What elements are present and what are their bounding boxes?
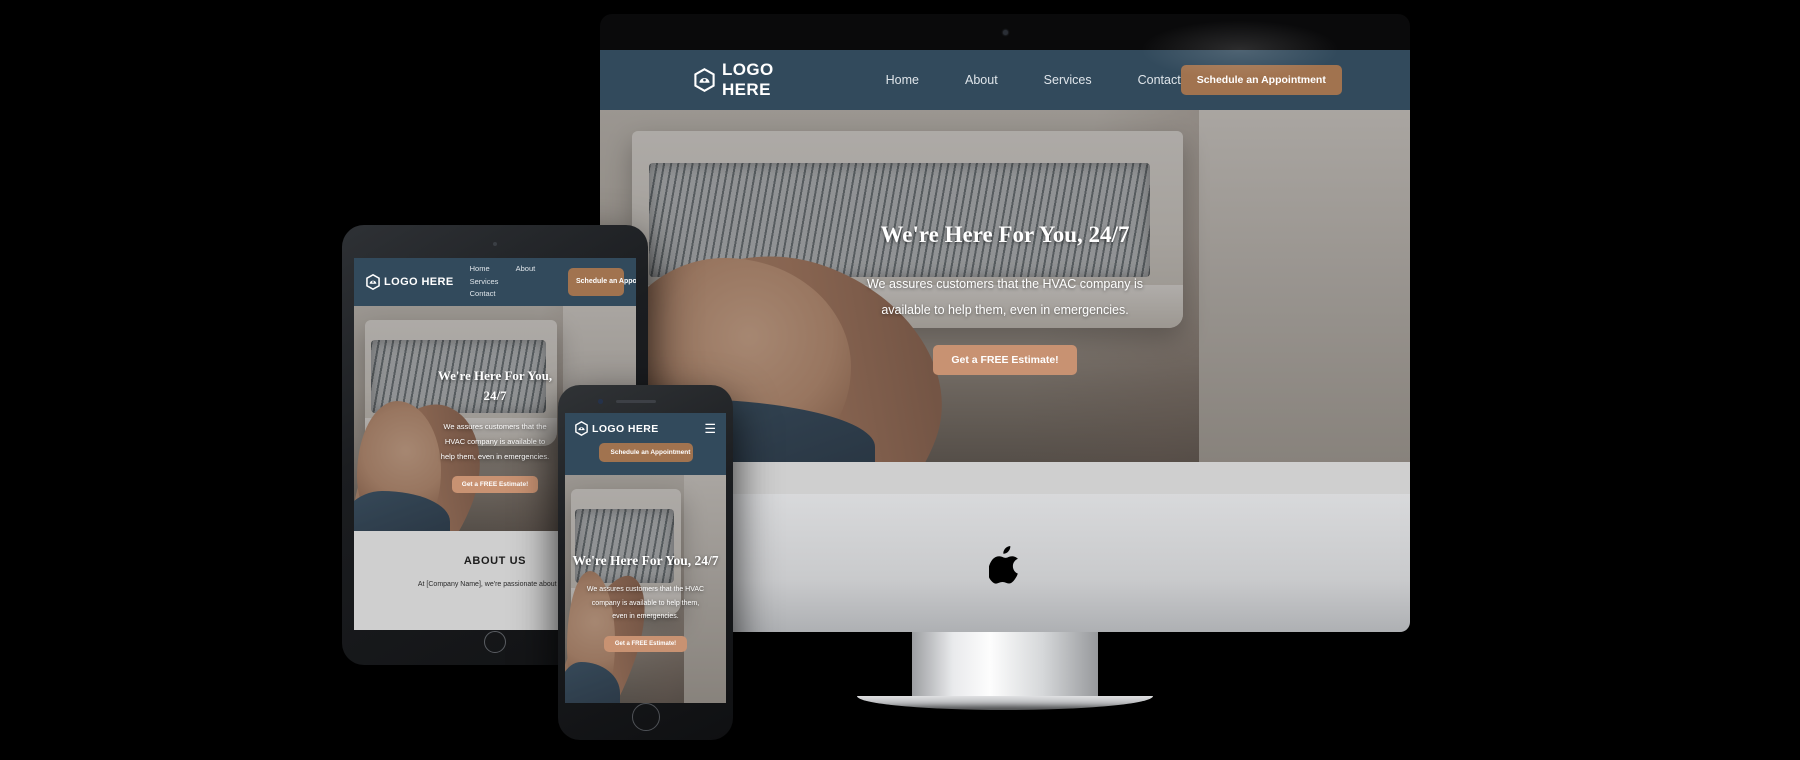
hamburger-menu-icon[interactable]: ☰	[704, 422, 716, 435]
brand-name: LOGO HERE	[592, 422, 659, 435]
mobile-screen: LOGO HERE ☰ Schedule an Appointment We'r…	[565, 413, 726, 703]
brand-logo[interactable]: LOGO HERE	[575, 421, 659, 436]
brand-name: LOGO HERE	[722, 60, 774, 99]
imac-stand-neck	[912, 632, 1098, 704]
front-camera-dot-icon	[598, 399, 603, 404]
hero-title: We're Here For You, 24/7	[572, 553, 719, 568]
earpiece-speaker-icon	[616, 400, 656, 403]
nav-link-home[interactable]: Home	[886, 73, 919, 87]
free-estimate-button[interactable]: Get a FREE Estimate!	[603, 635, 688, 652]
imac-shadow	[845, 706, 1165, 714]
tablet-navbar: LOGO HERE Home About Services Contact Sc…	[354, 258, 636, 306]
hero-subtitle: We assures customers that the HVAC compa…	[586, 586, 705, 621]
mobile-navbar: LOGO HERE ☰ Schedule an Appointment	[565, 413, 726, 475]
mobile-hero: We're Here For You, 24/7 We assures cust…	[565, 475, 726, 703]
nav-link-about[interactable]: About	[516, 263, 536, 275]
schedule-appointment-button[interactable]: Schedule an Appointment	[568, 268, 636, 296]
brand-logo[interactable]: LOGO HERE	[366, 274, 454, 290]
hero-content: We're Here For You, 24/7 We assures cust…	[565, 475, 726, 652]
free-estimate-button[interactable]: Get a FREE Estimate!	[933, 345, 1077, 376]
iphone-mobile-mockup: LOGO HERE ☰ Schedule an Appointment We'r…	[558, 385, 733, 740]
desktop-nav-links: Home About Services Contact	[886, 73, 1181, 87]
hexagon-logo-icon	[366, 274, 380, 290]
responsive-mockup-scene: LOGO HERE Home About Services Contact Sc…	[0, 0, 1800, 760]
apple-logo-icon	[988, 546, 1021, 584]
schedule-appointment-button[interactable]: Schedule an Appointment	[598, 443, 693, 462]
nav-link-home[interactable]: Home	[470, 263, 490, 275]
hero-subtitle: We assures customers that the HVAC compa…	[440, 422, 550, 461]
desktop-navbar: LOGO HERE Home About Services Contact Sc…	[600, 50, 1410, 110]
hero-title: We're Here For You, 24/7	[437, 368, 553, 403]
brand-name: LOGO HERE	[384, 276, 454, 288]
home-button-icon[interactable]	[484, 631, 506, 653]
nav-link-services[interactable]: Services	[1044, 73, 1092, 87]
hero-title: We're Here For You, 24/7	[880, 222, 1130, 247]
nav-link-services[interactable]: Services	[470, 276, 536, 288]
nav-link-about[interactable]: About	[965, 73, 998, 87]
brand-logo[interactable]: LOGO HERE	[694, 60, 774, 100]
hexagon-logo-icon	[694, 68, 715, 92]
hero-subtitle: We assures customers that the HVAC compa…	[866, 277, 1144, 317]
schedule-appointment-button[interactable]: Schedule an Appointment	[1180, 65, 1342, 95]
hexagon-logo-icon	[575, 421, 588, 436]
nav-link-contact[interactable]: Contact	[1138, 73, 1181, 87]
front-camera-dot-icon	[493, 242, 497, 246]
webcam-dot-icon	[1002, 30, 1008, 35]
home-button-icon[interactable]	[631, 703, 660, 731]
tablet-nav-links: Home About Services Contact	[470, 263, 536, 300]
free-estimate-button[interactable]: Get a FREE Estimate!	[451, 476, 539, 493]
mobile-website: LOGO HERE ☰ Schedule an Appointment We'r…	[565, 413, 726, 703]
hero-content: We're Here For You, 24/7 We assures cust…	[600, 110, 1410, 376]
nav-link-contact[interactable]: Contact	[470, 288, 536, 300]
